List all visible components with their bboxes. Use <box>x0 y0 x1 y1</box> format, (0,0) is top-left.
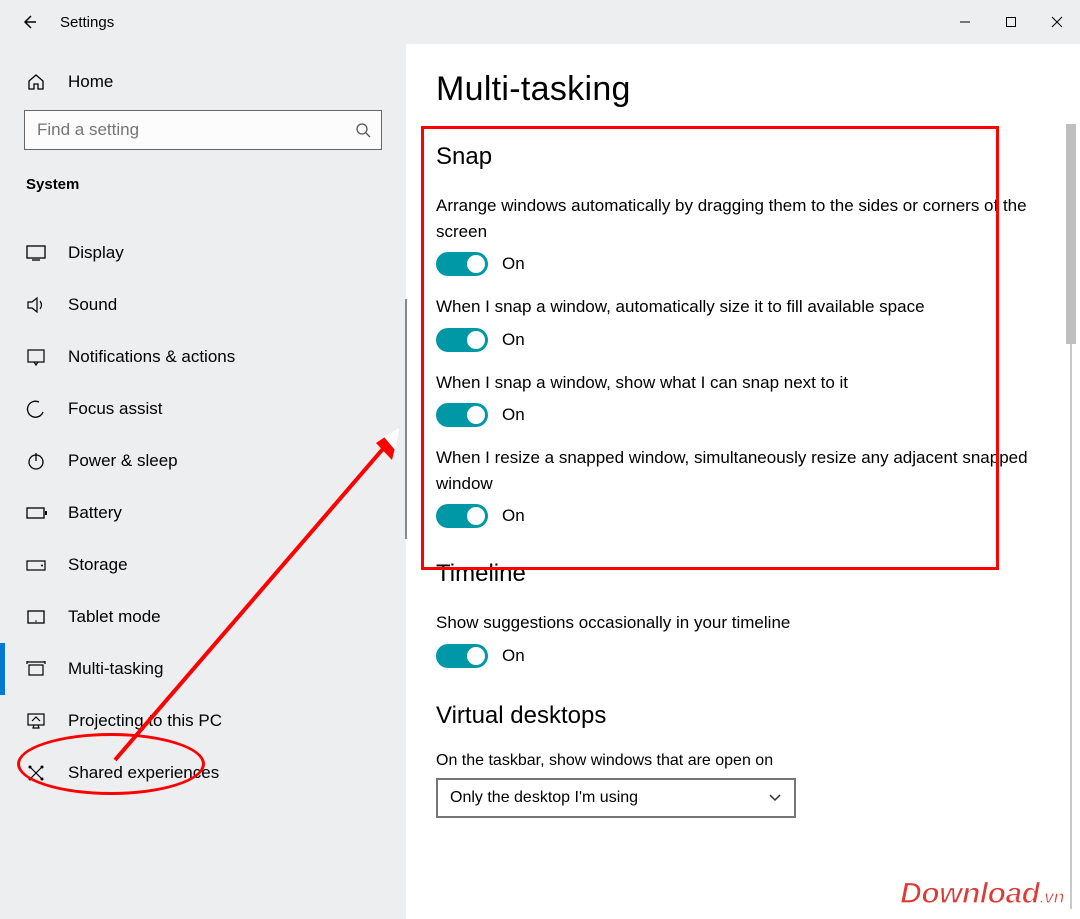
nav-storage[interactable]: Storage <box>24 539 382 591</box>
nav-focus-assist[interactable]: Focus assist <box>24 383 382 435</box>
tablet-icon <box>26 609 48 625</box>
storage-icon <box>26 557 48 573</box>
sound-icon <box>26 296 48 314</box>
virtual-desktops-desc: On the taskbar, show windows that are op… <box>436 752 1038 770</box>
nav-label: Shared experiences <box>68 763 219 783</box>
snap-setting-3-desc: When I snap a window, show what I can sn… <box>436 370 1038 396</box>
search-input-wrapper[interactable] <box>24 110 382 150</box>
nav-label: Storage <box>68 555 128 575</box>
snap-toggle-4-state: On <box>502 506 525 526</box>
battery-icon <box>26 506 48 520</box>
content-scroll-thumb[interactable] <box>1066 124 1076 344</box>
shared-icon <box>26 763 48 783</box>
virtual-desktops-select[interactable]: Only the desktop I'm using <box>436 778 796 818</box>
nav-sound[interactable]: Sound <box>24 279 382 331</box>
nav-label: Display <box>68 243 124 263</box>
snap-toggle-3-state: On <box>502 405 525 425</box>
minimize-button[interactable] <box>942 7 988 37</box>
nav-label: Power & sleep <box>68 451 178 471</box>
back-button[interactable] <box>20 13 60 31</box>
snap-setting-2-desc: When I snap a window, automatically size… <box>436 294 1038 320</box>
nav-label: Tablet mode <box>68 607 161 627</box>
section-label: System <box>24 176 382 193</box>
nav-tablet-mode[interactable]: Tablet mode <box>24 591 382 643</box>
multitasking-icon <box>26 660 48 678</box>
virtual-desktops-heading: Virtual desktops <box>436 702 1038 730</box>
titlebar: Settings <box>0 0 1080 44</box>
snap-toggle-3[interactable] <box>436 403 488 427</box>
nav-label: Focus assist <box>68 399 162 419</box>
nav-multitasking[interactable]: Multi-tasking <box>24 643 382 695</box>
watermark: Download.vn <box>900 877 1064 911</box>
power-icon <box>26 451 48 471</box>
display-icon <box>26 245 48 261</box>
close-button[interactable] <box>1034 7 1080 37</box>
snap-toggle-2[interactable] <box>436 328 488 352</box>
search-icon <box>355 122 371 138</box>
nav-shared-experiences[interactable]: Shared experiences <box>24 747 382 799</box>
timeline-setting-desc: Show suggestions occasionally in your ti… <box>436 610 1038 636</box>
timeline-toggle-state: On <box>502 646 525 666</box>
chevron-down-icon <box>768 793 782 803</box>
projecting-icon <box>26 712 48 730</box>
nav-label: Battery <box>68 503 122 523</box>
snap-toggle-4[interactable] <box>436 504 488 528</box>
select-value: Only the desktop I'm using <box>450 789 638 807</box>
watermark-tld: .vn <box>1039 887 1064 907</box>
snap-toggle-2-state: On <box>502 330 525 350</box>
nav-power-sleep[interactable]: Power & sleep <box>24 435 382 487</box>
content-area: Multi-tasking Snap Arrange windows autom… <box>406 44 1080 919</box>
focus-assist-icon <box>26 399 48 419</box>
timeline-heading: Timeline <box>436 560 1038 588</box>
nav-notifications[interactable]: Notifications & actions <box>24 331 382 383</box>
notifications-icon <box>26 348 48 366</box>
watermark-brand: Download <box>900 877 1039 910</box>
home-label: Home <box>68 72 113 92</box>
nav-projecting[interactable]: Projecting to this PC <box>24 695 382 747</box>
snap-heading: Snap <box>436 143 1038 171</box>
search-input[interactable] <box>35 119 355 141</box>
nav-label: Notifications & actions <box>68 347 235 367</box>
window-title: Settings <box>60 14 114 31</box>
page-title: Multi-tasking <box>436 70 1038 109</box>
snap-toggle-1[interactable] <box>436 252 488 276</box>
nav-display[interactable]: Display <box>24 227 382 279</box>
home-nav[interactable]: Home <box>24 64 382 110</box>
nav-battery[interactable]: Battery <box>24 487 382 539</box>
maximize-button[interactable] <box>988 7 1034 37</box>
snap-setting-4-desc: When I resize a snapped window, simultan… <box>436 445 1038 496</box>
home-icon <box>26 72 48 92</box>
sidebar: Home System Display Sound Notifications … <box>0 44 406 919</box>
snap-setting-1-desc: Arrange windows automatically by draggin… <box>436 193 1038 244</box>
timeline-toggle[interactable] <box>436 644 488 668</box>
snap-toggle-1-state: On <box>502 254 525 274</box>
nav-label: Multi-tasking <box>68 659 163 679</box>
nav-list: Display Sound Notifications & actions Fo… <box>24 227 382 799</box>
nav-label: Projecting to this PC <box>68 711 222 731</box>
nav-label: Sound <box>68 295 117 315</box>
